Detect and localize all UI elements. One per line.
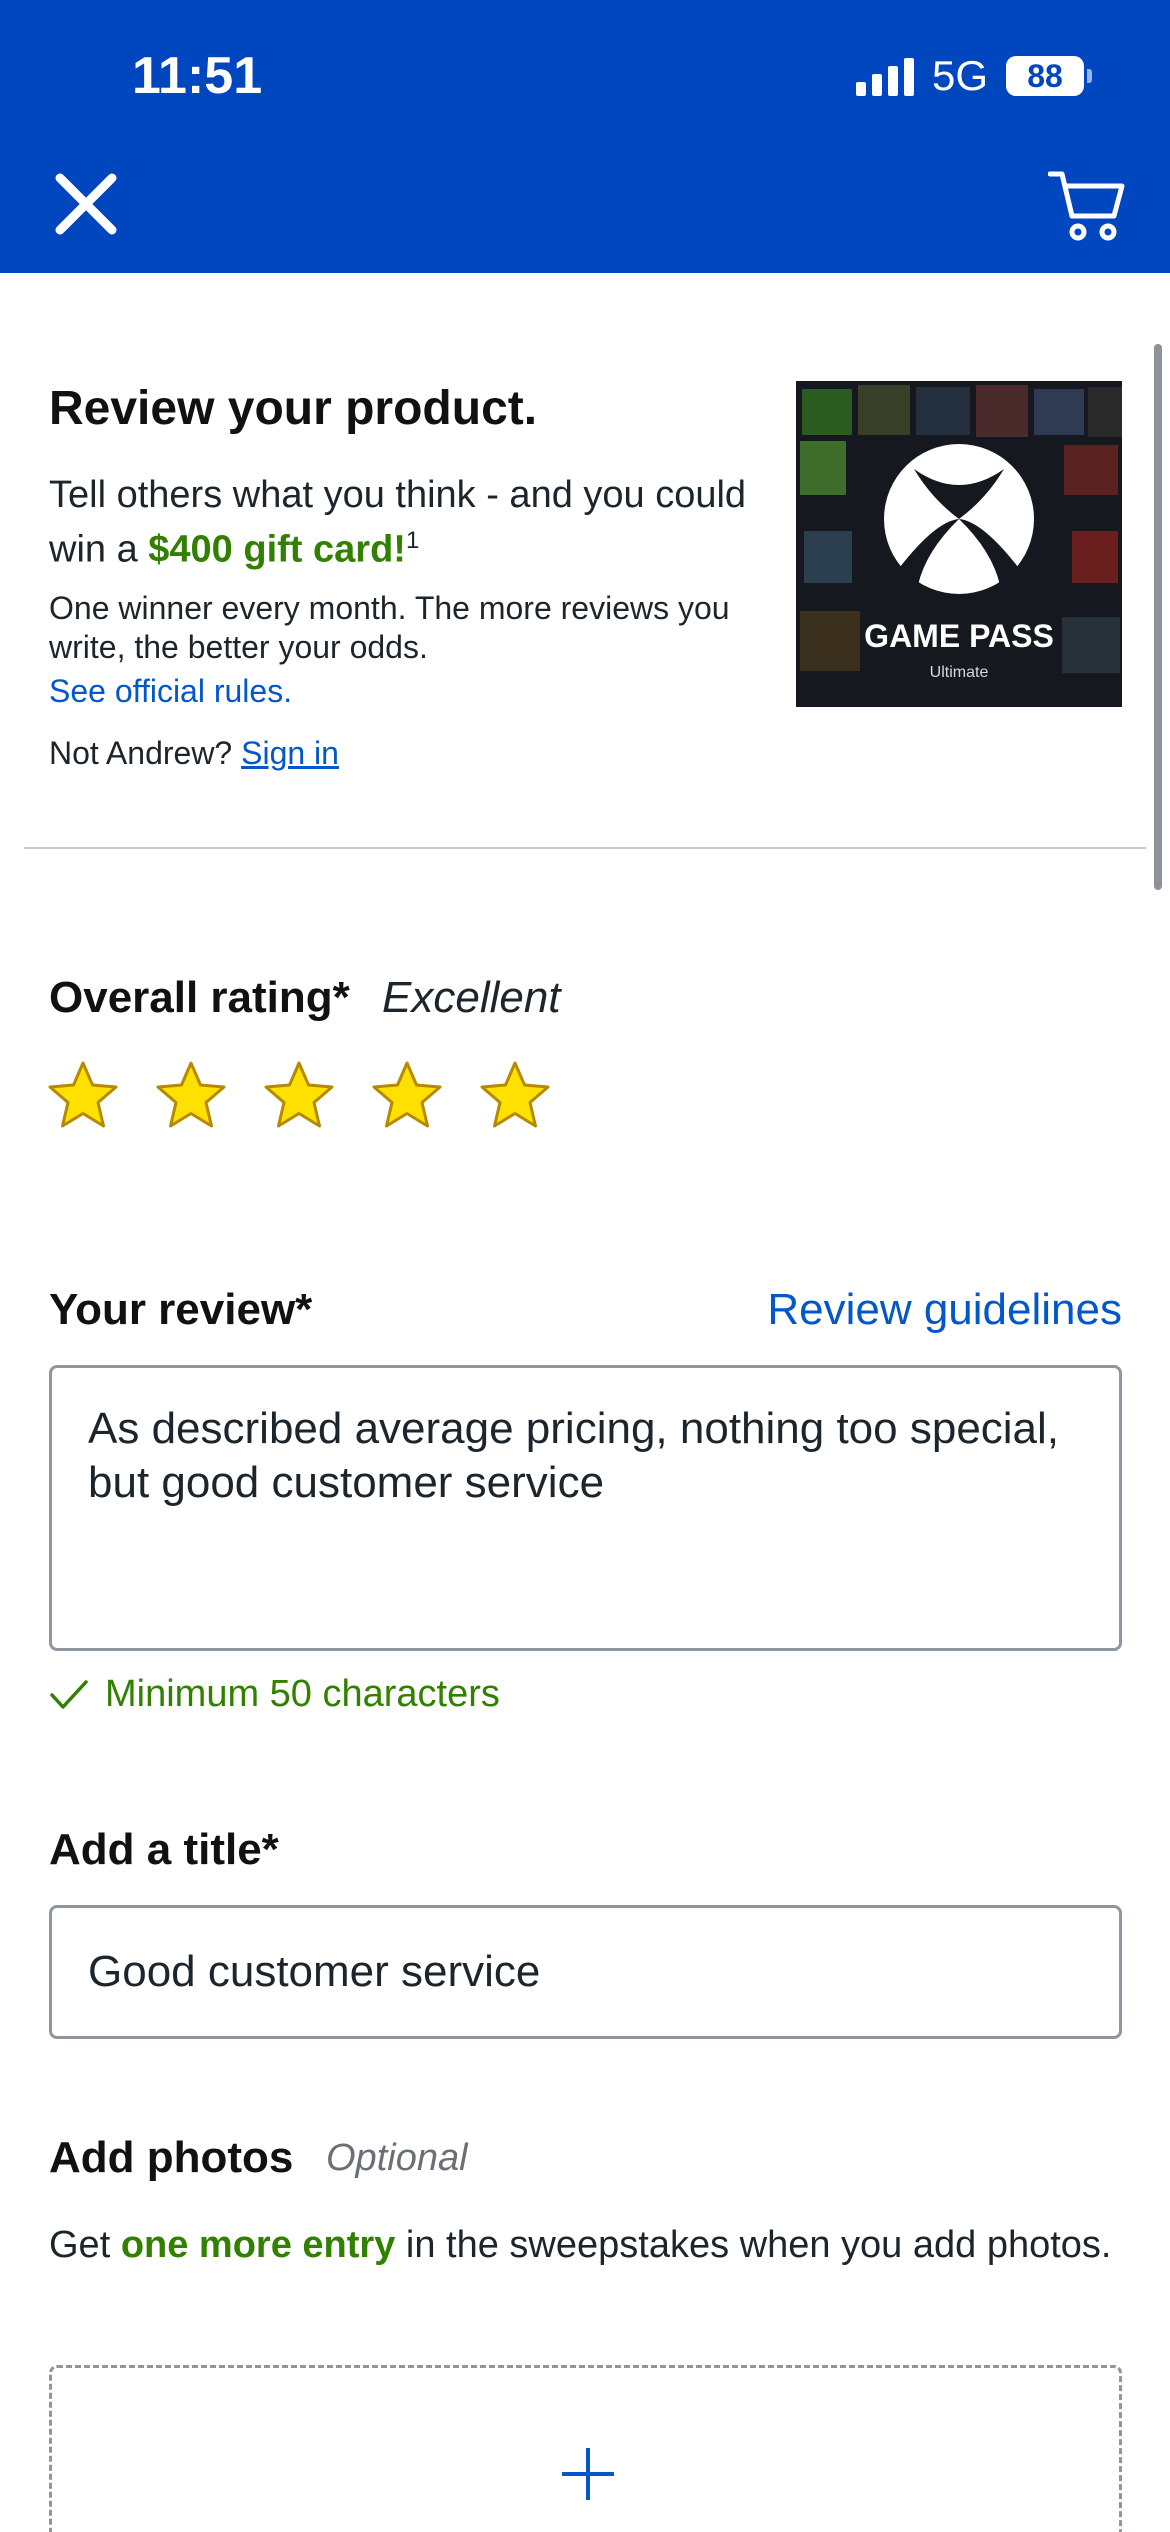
close-button[interactable] bbox=[52, 170, 120, 238]
photos-optional-label: Optional bbox=[326, 2137, 468, 2179]
review-validation: Minimum 50 characters bbox=[49, 1673, 500, 1716]
product-image-title: GAME PASS bbox=[864, 618, 1054, 654]
star-icon[interactable] bbox=[262, 1059, 336, 1133]
photos-label: Add photos bbox=[49, 2133, 294, 2182]
top-bar: 11:51 5G 88 bbox=[0, 0, 1170, 273]
signal-icon bbox=[855, 56, 914, 96]
star-icon[interactable] bbox=[46, 1059, 120, 1133]
star-icon[interactable] bbox=[478, 1059, 552, 1133]
rating-value: Excellent bbox=[382, 973, 561, 1022]
close-icon bbox=[55, 173, 117, 235]
section-divider bbox=[24, 847, 1146, 849]
title-label: Add a title* bbox=[49, 1825, 279, 1874]
add-photo-button[interactable] bbox=[49, 2365, 1122, 2532]
title-input[interactable]: Good customer service bbox=[49, 1905, 1122, 2039]
status-indicators: 5G 88 bbox=[855, 52, 1092, 100]
star-rating[interactable] bbox=[46, 1059, 552, 1133]
cart-icon bbox=[1047, 171, 1125, 241]
official-rules-link[interactable]: See official rules. bbox=[49, 673, 292, 710]
star-icon[interactable] bbox=[370, 1059, 444, 1133]
product-image-subtitle: Ultimate bbox=[930, 664, 989, 681]
cart-button[interactable] bbox=[1047, 168, 1128, 244]
validation-text: Minimum 50 characters bbox=[105, 1673, 500, 1715]
promo-details: One winner every month. The more reviews… bbox=[49, 590, 730, 665]
plus-icon bbox=[562, 2448, 614, 2500]
page-title: Review your product. bbox=[49, 382, 538, 435]
review-guidelines-link[interactable]: Review guidelines bbox=[767, 1285, 1122, 1335]
network-type: 5G bbox=[931, 52, 988, 99]
battery-icon: 88 bbox=[1006, 56, 1092, 96]
sign-in-link[interactable]: Sign in bbox=[241, 735, 339, 771]
gift-card-highlight: $400 gift card! bbox=[148, 528, 406, 571]
rating-label: Overall rating* bbox=[49, 973, 350, 1022]
photos-promo-text: Get one more entry in the sweepstakes wh… bbox=[49, 2224, 1112, 2266]
checkmark-icon bbox=[50, 1679, 88, 1709]
status-time: 11:51 bbox=[132, 47, 263, 105]
promo-text: Tell others what you think - and you cou… bbox=[49, 474, 747, 571]
star-icon[interactable] bbox=[154, 1059, 228, 1133]
sign-in-prompt: Not Andrew? Sign in bbox=[49, 735, 339, 771]
product-image: GAME PASS Ultimate bbox=[796, 381, 1122, 707]
review-textarea[interactable]: As described average pricing, nothing to… bbox=[49, 1365, 1122, 1651]
extra-entry-highlight: one more entry bbox=[120, 2224, 396, 2266]
scrollbar[interactable] bbox=[1154, 344, 1162, 890]
review-label: Your review* bbox=[49, 1285, 313, 1334]
battery-level: 88 bbox=[1006, 56, 1084, 96]
